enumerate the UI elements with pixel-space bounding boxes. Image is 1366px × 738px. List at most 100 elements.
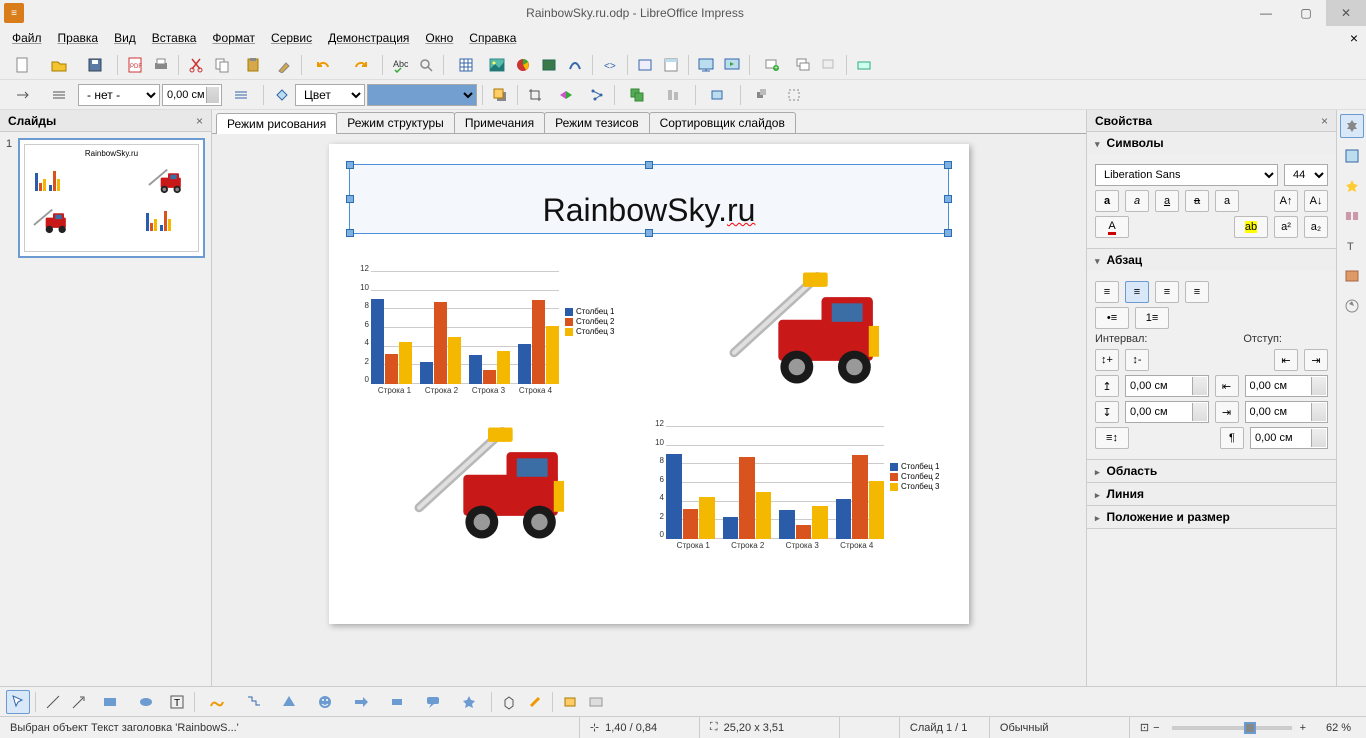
duplicate-slide-button[interactable] <box>791 53 815 77</box>
distribute-button[interactable] <box>701 83 735 107</box>
sidetab-transition[interactable] <box>1340 204 1364 228</box>
arrange-button[interactable] <box>620 83 654 107</box>
chart-object-2[interactable]: 121086420 Строка 1Строка 2Строка 3Строка… <box>644 419 954 559</box>
toggle-extrusion-tool[interactable] <box>558 690 582 714</box>
save-button[interactable] <box>78 53 112 77</box>
spacing-dec-button[interactable]: ↕- <box>1125 349 1149 371</box>
slides-list[interactable]: 1 RainbowSky.ru <box>0 132 211 686</box>
line-style-button[interactable] <box>42 83 76 107</box>
new-button[interactable] <box>6 53 40 77</box>
indent-after-input[interactable]: 0,00 см <box>1245 401 1329 423</box>
arrow-style-button[interactable] <box>6 83 40 107</box>
font-color-button[interactable]: A <box>1095 216 1129 238</box>
ellipse-tool[interactable] <box>129 690 163 714</box>
basic-shapes-tool[interactable] <box>272 690 306 714</box>
sidetab-gallery[interactable] <box>1340 264 1364 288</box>
spellcheck-button[interactable]: Abc <box>388 53 412 77</box>
connector-tool[interactable] <box>236 690 270 714</box>
align-button[interactable] <box>656 83 690 107</box>
slide[interactable]: RainbowSky.ru 121086420 Строка 1Строка 2… <box>329 144 969 624</box>
status-zoom-control[interactable]: ⊡ − + <box>1130 717 1316 738</box>
media-button[interactable] <box>537 53 561 77</box>
rectangle-tool[interactable] <box>93 690 127 714</box>
menu-format[interactable]: Формат <box>204 28 263 48</box>
fill-color-select[interactable] <box>367 84 477 106</box>
first-line-input[interactable]: 0,00 см <box>1250 427 1328 449</box>
menu-view[interactable]: Вид <box>106 28 144 48</box>
section-paragraph-header[interactable]: Абзац <box>1087 249 1336 271</box>
menu-file[interactable]: Файл <box>4 28 50 48</box>
glue-point-tool[interactable] <box>523 690 547 714</box>
truck-image-2[interactable] <box>414 414 599 554</box>
slide-canvas[interactable]: RainbowSky.ru 121086420 Строка 1Строка 2… <box>212 134 1086 686</box>
line-width-input[interactable]: 0,00 см <box>162 84 222 106</box>
find-button[interactable] <box>414 53 438 77</box>
underline-button[interactable]: a <box>1155 190 1179 212</box>
decrease-font-button[interactable]: A↓ <box>1304 190 1328 212</box>
sidetab-properties[interactable] <box>1340 114 1364 138</box>
format-paintbrush-button[interactable] <box>272 53 296 77</box>
new-slide-button[interactable]: + <box>755 53 789 77</box>
menu-help[interactable]: Справка <box>461 28 524 48</box>
sidetab-animation[interactable] <box>1340 174 1364 198</box>
number-list-button[interactable]: 1≡ <box>1135 307 1169 329</box>
status-signature[interactable] <box>840 717 900 738</box>
bullet-list-button[interactable]: •≡ <box>1095 307 1129 329</box>
increase-font-button[interactable]: A↑ <box>1274 190 1298 212</box>
section-area-header[interactable]: Область <box>1087 460 1336 482</box>
star-tool[interactable] <box>452 690 486 714</box>
status-page-style[interactable]: Обычный <box>990 717 1130 738</box>
open-button[interactable] <box>42 53 76 77</box>
indent-before-input[interactable]: 0,00 см <box>1245 375 1329 397</box>
3d-button[interactable] <box>746 83 780 107</box>
flowchart-tool[interactable] <box>380 690 414 714</box>
master-button[interactable] <box>633 53 657 77</box>
fill-type-select[interactable]: Цвет <box>295 84 365 106</box>
align-justify-button[interactable]: ≡ <box>1185 281 1209 303</box>
line-style-select[interactable]: - нет - <box>78 84 160 106</box>
tab-drawing[interactable]: Режим рисования <box>216 113 337 134</box>
zoom-slider[interactable] <box>1172 726 1292 730</box>
paste-button[interactable] <box>236 53 270 77</box>
crop-button[interactable] <box>523 83 547 107</box>
cut-button[interactable] <box>184 53 208 77</box>
align-right-button[interactable]: ≡ <box>1155 281 1179 303</box>
tab-handout[interactable]: Режим тезисов <box>544 112 650 133</box>
slides-panel-close[interactable]: × <box>196 114 203 128</box>
line-spacing-button[interactable]: ≡↕ <box>1095 427 1129 449</box>
indent-dec-button[interactable]: ⇤ <box>1274 349 1298 371</box>
close-button[interactable]: ✕ <box>1326 0 1366 26</box>
hyperlink-button[interactable]: <> <box>598 53 622 77</box>
tab-notes[interactable]: Примечания <box>454 112 545 133</box>
minimize-button[interactable]: — <box>1246 0 1286 26</box>
redo-button[interactable] <box>343 53 377 77</box>
export-pdf-button[interactable]: PDF <box>123 53 147 77</box>
table-button[interactable] <box>449 53 483 77</box>
symbol-shapes-tool[interactable] <box>308 690 342 714</box>
menu-slideshow[interactable]: Демонстрация <box>320 28 417 48</box>
chart-object-1[interactable]: 121086420 Строка 1Строка 2Строка 3Строка… <box>349 264 629 404</box>
truck-image-1[interactable] <box>729 259 914 399</box>
line-arrow-tool[interactable] <box>67 690 91 714</box>
section-position-header[interactable]: Положение и размер <box>1087 506 1336 528</box>
status-zoom-value[interactable]: 62 % <box>1316 717 1366 738</box>
slide-title-text[interactable]: RainbowSky.ru <box>329 192 969 229</box>
align-center-button[interactable]: ≡ <box>1125 281 1149 303</box>
sidetab-navigator[interactable] <box>1340 294 1364 318</box>
tab-outline[interactable]: Режим структуры <box>336 112 455 133</box>
start-presentation-button[interactable] <box>694 53 718 77</box>
maximize-button[interactable]: ▢ <box>1286 0 1326 26</box>
arrow-shapes-tool[interactable] <box>344 690 378 714</box>
menu-edit[interactable]: Правка <box>50 28 107 48</box>
font-size-select[interactable]: 44 <box>1284 164 1328 186</box>
print-button[interactable] <box>149 53 173 77</box>
shadow-button[interactable] <box>488 83 512 107</box>
select-tool[interactable] <box>6 690 30 714</box>
image-button[interactable] <box>485 53 509 77</box>
line-color-button[interactable] <box>224 83 258 107</box>
callout-tool[interactable] <box>416 690 450 714</box>
highlight-button[interactable]: ab <box>1234 216 1268 238</box>
filter-button[interactable] <box>549 83 583 107</box>
undo-button[interactable] <box>307 53 341 77</box>
tab-sorter[interactable]: Сортировщик слайдов <box>649 112 796 133</box>
